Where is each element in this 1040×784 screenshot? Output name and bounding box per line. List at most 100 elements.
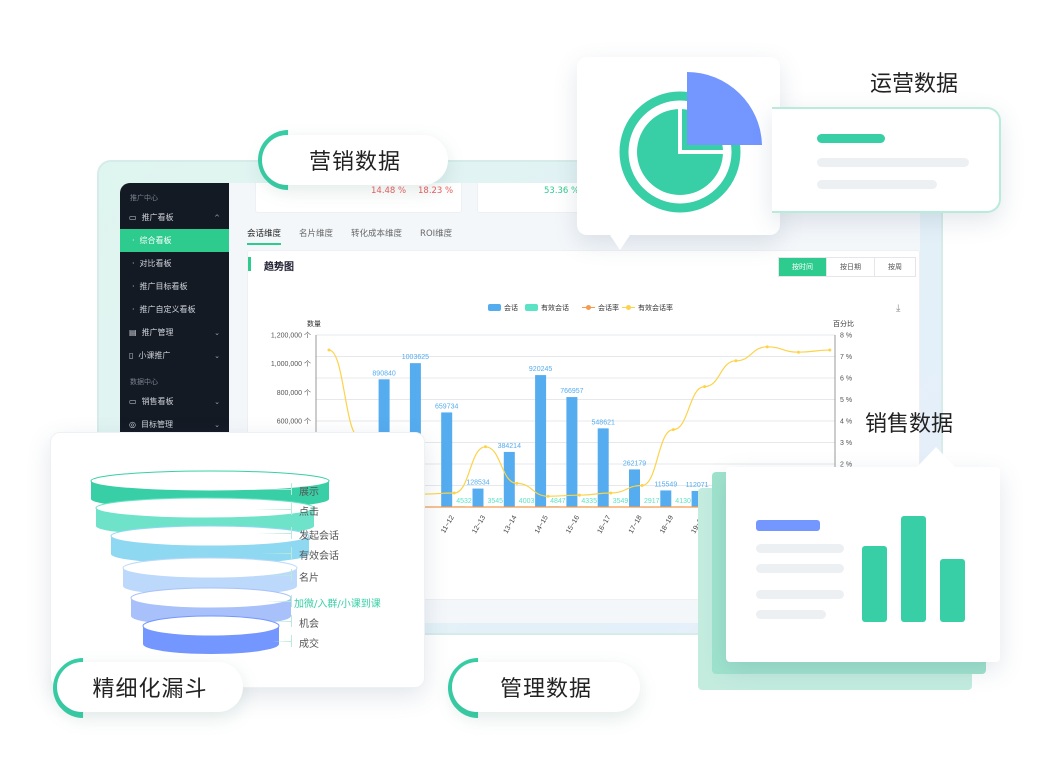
funnel-connector: [260, 553, 291, 554]
operations-card: [772, 107, 1001, 213]
y-tick-label: 800,000 个: [277, 389, 311, 397]
funnel-label: 精细化漏斗: [57, 662, 243, 712]
effective-rate-point: [327, 348, 331, 352]
funnel-connector: [269, 621, 291, 622]
funnel-tick: [291, 635, 292, 647]
funnel-connector: [272, 641, 291, 642]
y-tick-label: 7 %: [840, 354, 852, 361]
y-tick-label: 1,200,000 个: [271, 332, 311, 340]
funnel-stage-label: 发起会话: [299, 531, 339, 542]
funnel-layer-top: [142, 615, 280, 637]
legend-swatch: [488, 304, 501, 311]
data-label: 2917: [644, 498, 660, 505]
data-label: 4003: [519, 498, 535, 505]
effective-rate-point: [546, 494, 550, 498]
data-label: 4532: [456, 498, 472, 505]
legend-label: 有效会话率: [638, 303, 673, 312]
data-label: 890840: [372, 370, 395, 377]
x-tick-label: 15~16: [565, 514, 581, 535]
bar-icon: [940, 559, 965, 622]
legend-label: 有效会话: [541, 303, 569, 312]
y-axis-title-right: 百分比: [833, 319, 854, 328]
data-label: 548621: [592, 419, 615, 426]
data-label: 115549: [654, 481, 677, 488]
data-label: 128534: [466, 480, 489, 487]
y-axis-title-left: 数量: [307, 319, 321, 328]
effective-rate-point: [828, 348, 832, 352]
x-tick-label: 16~17: [597, 514, 613, 535]
data-label: 3549: [613, 498, 629, 505]
session-bar: [597, 428, 609, 507]
effective-rate-point: [797, 350, 800, 354]
marketing-label: 营销数据: [262, 135, 448, 185]
x-tick-label: 18~19: [659, 514, 675, 535]
data-label: 1003625: [402, 354, 429, 361]
legend-label: 会话率: [598, 303, 619, 312]
bar-icon: [862, 546, 887, 622]
data-label: 4130: [675, 498, 691, 505]
marketing-text: 营销数据: [308, 150, 401, 175]
funnel-tick: [291, 595, 292, 607]
data-label: 920245: [529, 366, 552, 373]
funnel-tick: [291, 527, 292, 539]
effective-rate-point: [671, 428, 675, 432]
funnel-card: 展示点击发起会话有效会话名片加微/入群/小课到课机会成交: [50, 432, 425, 688]
funnel-stage-label: 机会: [299, 619, 319, 630]
effective-rate-point: [640, 484, 644, 487]
funnel-text: 精细化漏斗: [92, 677, 208, 702]
funnel-connector: [257, 533, 291, 534]
data-label: 766957: [560, 388, 583, 395]
session-bar: [472, 488, 484, 507]
session-bar: [629, 469, 640, 507]
effective-rate-point: [765, 345, 769, 349]
sales-label: 销售数据: [865, 412, 954, 437]
funnel-graphic: [90, 470, 330, 654]
effective-rate-point: [703, 385, 707, 389]
bar-icon: [901, 516, 926, 622]
management-text: 管理数据: [499, 677, 592, 702]
funnel-stage-label: 点击: [299, 507, 319, 518]
funnel-layer-top: [110, 525, 310, 547]
legend-marker: [626, 305, 631, 310]
y-tick-label: 1,000,000 个: [271, 360, 311, 368]
y-tick-label: 600,000 个: [277, 418, 311, 426]
funnel-tick: [291, 569, 292, 581]
x-tick-label: 12~13: [471, 514, 487, 535]
legend-marker: [586, 305, 591, 310]
y-tick-label: 6 %: [840, 376, 852, 383]
pie-card: [577, 57, 780, 250]
pie-chart-icon: [610, 71, 762, 250]
funnel-stage-label: 有效会话: [299, 551, 339, 562]
data-label: 384214: [498, 443, 521, 450]
funnel-tick: [291, 547, 292, 559]
management-label: 管理数据: [452, 662, 640, 712]
x-tick-label: 11~12: [440, 514, 456, 534]
effective-rate-point: [452, 491, 456, 495]
funnel-tick: [291, 615, 292, 627]
legend-swatch: [525, 304, 538, 311]
y-tick-label: 3 %: [840, 440, 852, 447]
funnel-stage-label: 加微/入群/小课到课: [294, 599, 381, 610]
data-label: 4847: [550, 498, 566, 505]
x-tick-label: 17~18: [628, 514, 644, 535]
funnel-connector: [254, 509, 291, 510]
sales-card: [726, 447, 1000, 662]
funnel-connector: [266, 601, 291, 602]
data-label: 659734: [435, 403, 458, 410]
funnel-tick: [291, 483, 292, 495]
legend-label: 会话: [504, 303, 518, 312]
funnel-stage-label: 成交: [299, 639, 319, 650]
y-tick-label: 8 %: [840, 333, 852, 340]
operations-label: 运营数据: [870, 72, 959, 97]
funnel-stage-label: 名片: [299, 573, 319, 584]
session-bar: [566, 397, 578, 507]
effective-rate-point: [609, 491, 613, 495]
y-tick-label: 4 %: [840, 419, 852, 426]
x-tick-label: 13~14: [503, 514, 519, 535]
y-tick-label: 5 %: [840, 397, 852, 404]
funnel-stage-label: 展示: [299, 487, 319, 498]
funnel-tick: [291, 503, 292, 515]
funnel-layer-top: [90, 470, 330, 492]
data-label: 4335: [581, 498, 597, 505]
funnel-connector: [251, 489, 291, 490]
